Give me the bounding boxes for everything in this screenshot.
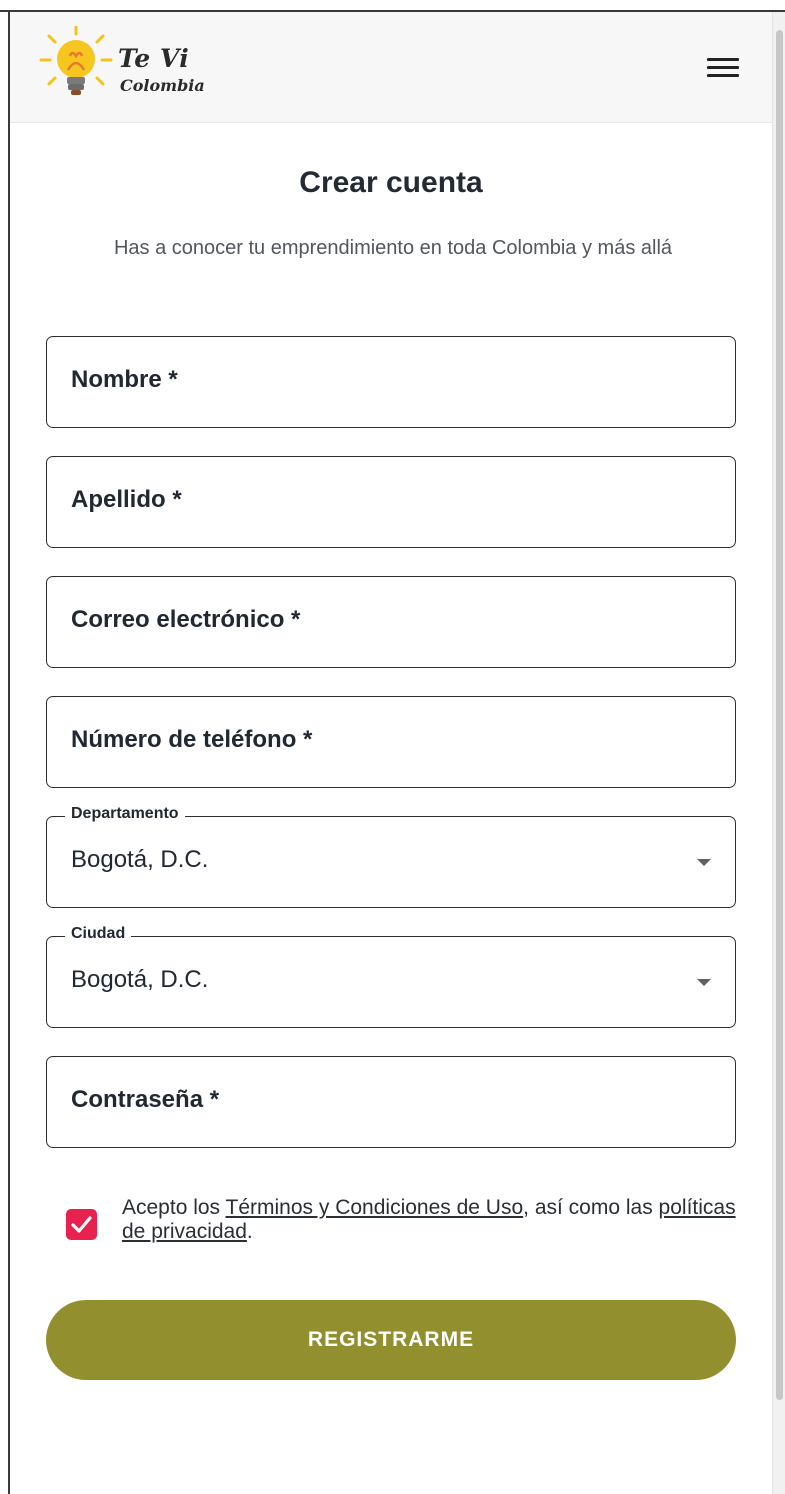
checkmark-icon bbox=[71, 1216, 92, 1233]
departamento-select[interactable]: Departamento Bogotá, D.C. bbox=[46, 805, 736, 908]
hamburger-menu-button[interactable] bbox=[703, 52, 743, 84]
lightbulb-logo-icon bbox=[39, 26, 113, 95]
telefono-field[interactable]: Número de teléfono * bbox=[46, 696, 736, 788]
scrollbar-thumb[interactable] bbox=[776, 30, 783, 1400]
ciudad-select[interactable]: Ciudad Bogotá, D.C. bbox=[46, 925, 736, 1028]
hamburger-menu-icon bbox=[707, 74, 739, 77]
telefono-label: Número de teléfono * bbox=[71, 726, 313, 753]
caret-down-icon bbox=[697, 859, 711, 866]
terms-link[interactable]: Términos y Condiciones de Uso bbox=[226, 1196, 524, 1219]
page-title: Crear cuenta bbox=[299, 166, 483, 199]
correo-field[interactable]: Correo electrónico * bbox=[46, 576, 736, 668]
contrasena-field[interactable]: Contraseña * bbox=[46, 1056, 736, 1148]
hamburger-menu-icon bbox=[707, 66, 739, 69]
departamento-value: Bogotá, D.C. bbox=[71, 846, 209, 873]
page-subtitle: Has a conocer tu emprendimiento en toda … bbox=[113, 237, 673, 259]
nombre-label: Nombre * bbox=[71, 366, 178, 393]
contrasena-label: Contraseña * bbox=[71, 1086, 220, 1113]
top-navbar: Te Vi Colombia bbox=[10, 12, 772, 123]
correo-label: Correo electrónico * bbox=[71, 606, 301, 633]
terms-text: Acepto los Términos y Condiciones de Uso… bbox=[122, 1196, 752, 1244]
register-button[interactable]: REGISTRARME bbox=[46, 1300, 736, 1380]
register-button-label: REGISTRARME bbox=[307, 1328, 475, 1351]
terms-suffix: . bbox=[246, 1220, 253, 1243]
site-logo[interactable]: Te Vi Colombia bbox=[38, 26, 228, 108]
ciudad-value: Bogotá, D.C. bbox=[71, 966, 209, 993]
terms-checkbox[interactable] bbox=[66, 1209, 97, 1240]
frame-border-left bbox=[8, 10, 10, 1494]
apellido-field[interactable]: Apellido * bbox=[46, 456, 736, 548]
apellido-label: Apellido * bbox=[71, 486, 182, 513]
browser-viewport: Te Vi Colombia Crear cuenta Has a conoce… bbox=[0, 0, 785, 1494]
logo-wordmark-top: Te Vi bbox=[118, 44, 190, 73]
hamburger-menu-icon bbox=[707, 58, 739, 61]
nombre-field[interactable]: Nombre * bbox=[46, 336, 736, 428]
caret-down-icon bbox=[697, 979, 711, 986]
departamento-legend: Departamento bbox=[65, 805, 185, 823]
logo-wordmark-bottom: Colombia bbox=[120, 76, 205, 95]
ciudad-legend: Ciudad bbox=[65, 925, 132, 943]
terms-prefix: Acepto los bbox=[122, 1196, 226, 1219]
terms-middle: , así como las bbox=[523, 1196, 659, 1219]
